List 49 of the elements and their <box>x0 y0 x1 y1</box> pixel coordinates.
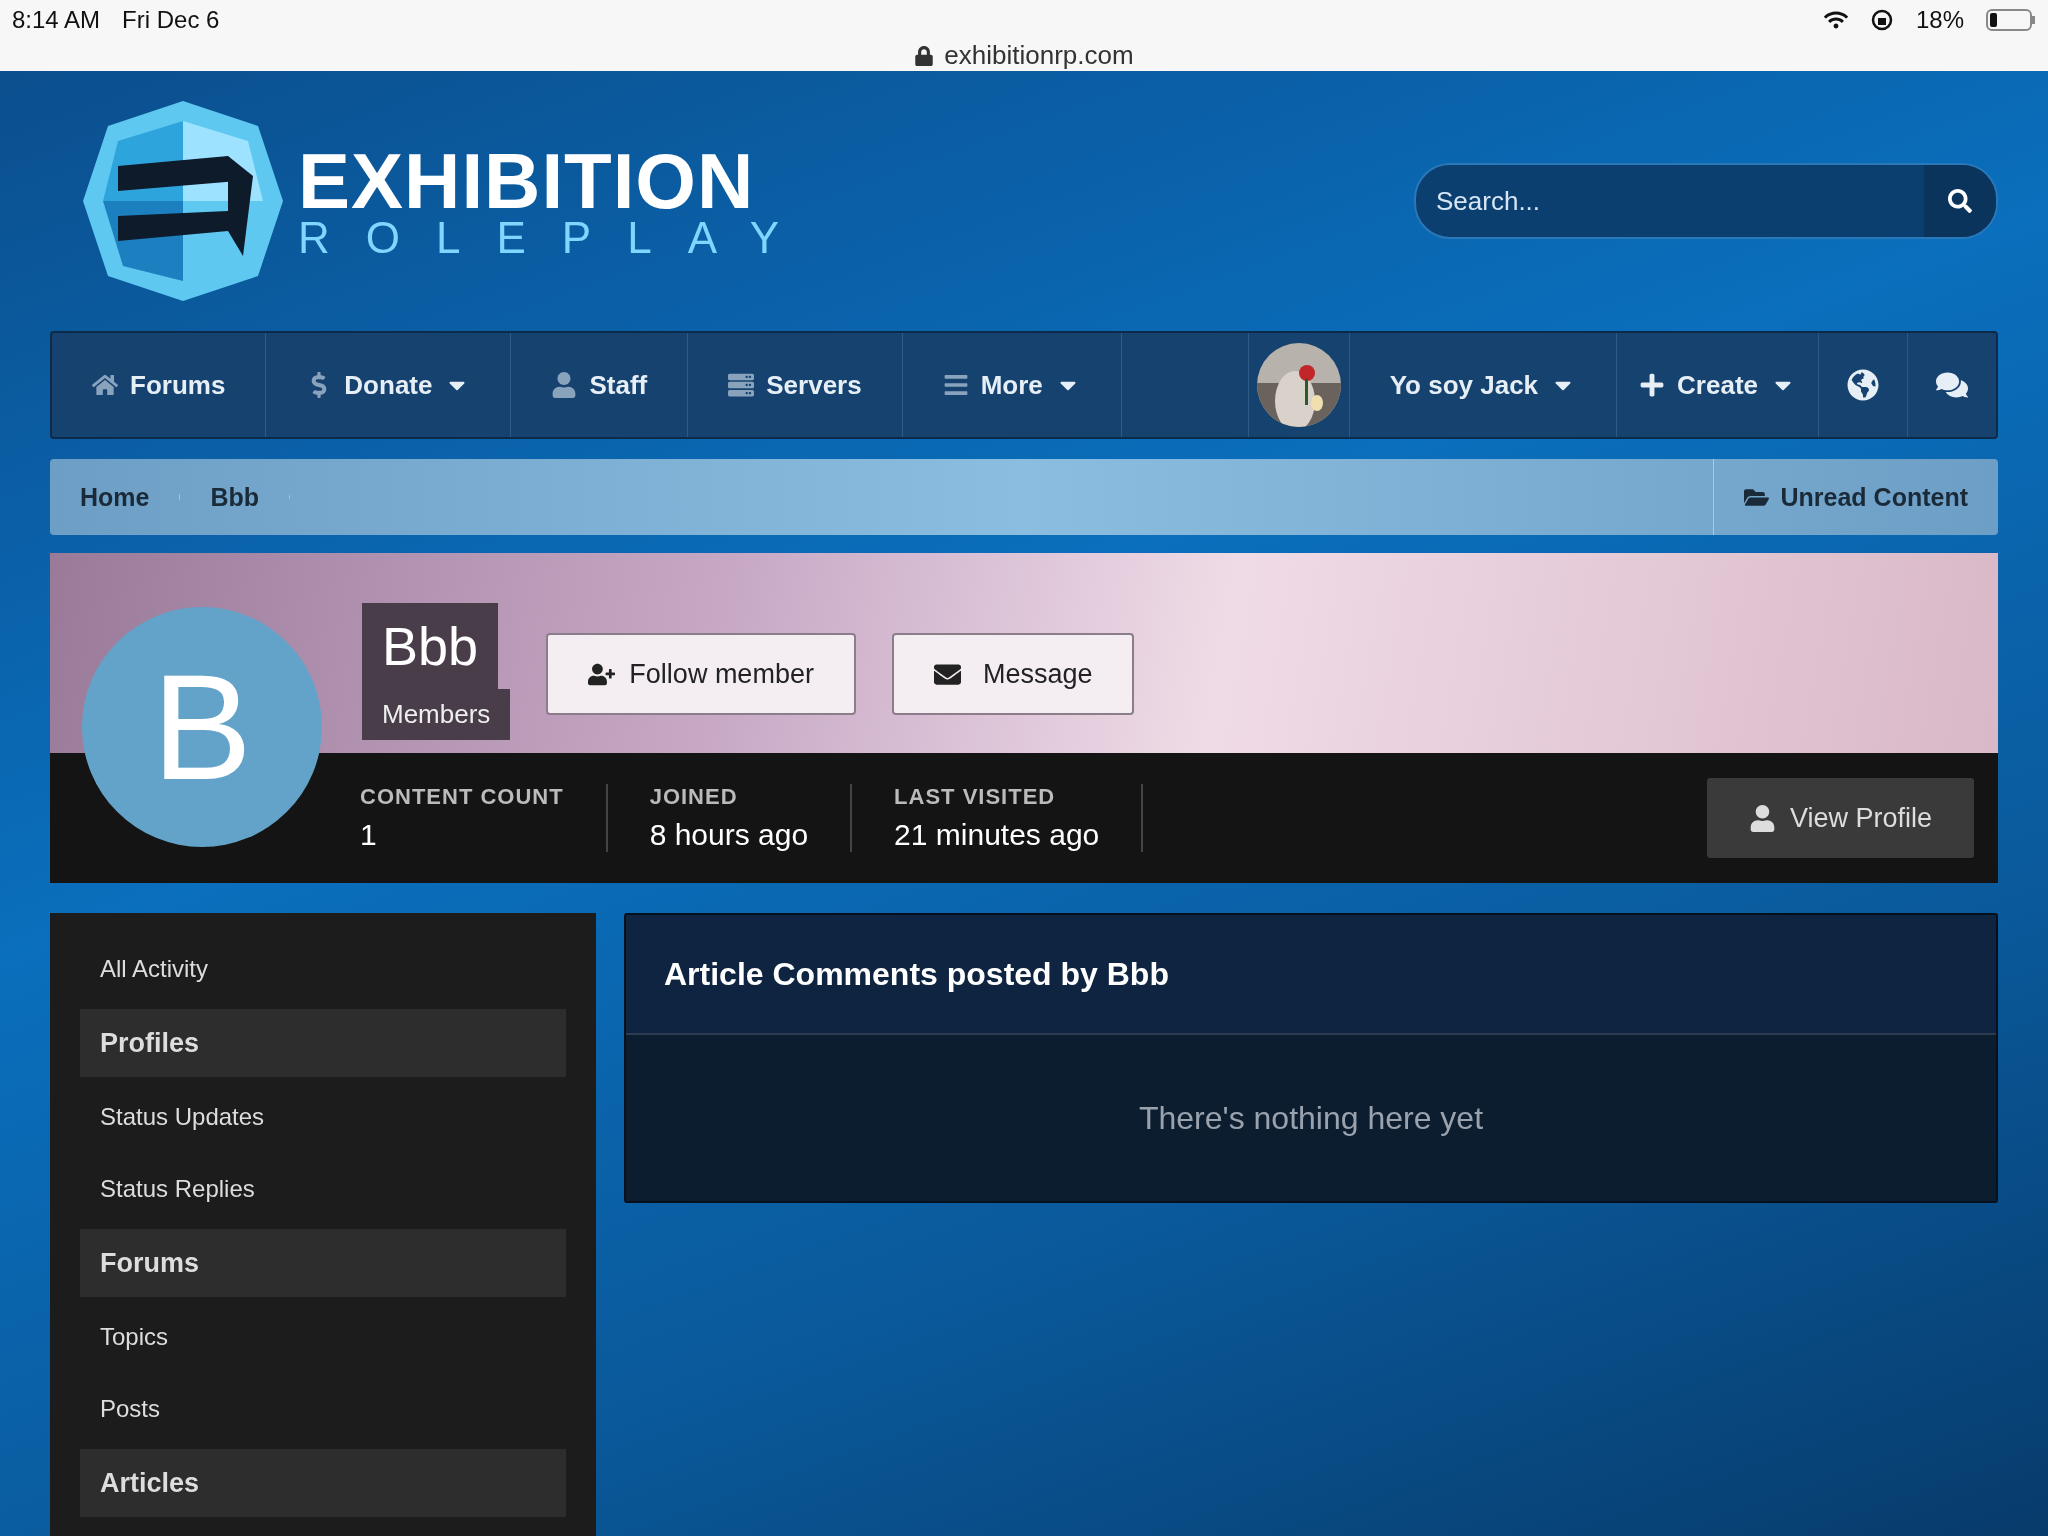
sidebar-heading: Profiles <box>80 1009 566 1077</box>
breadcrumb-link[interactable]: Home <box>50 459 181 535</box>
rotation-lock-icon <box>1869 8 1894 32</box>
stat-label: CONTENT COUNT <box>360 784 564 810</box>
battery-icon <box>1986 8 2036 32</box>
globe-icon <box>1847 369 1879 401</box>
stat-value: 21 minutes ago <box>894 818 1100 852</box>
sidebar-link[interactable]: Status Replies <box>80 1153 566 1225</box>
user-icon <box>1748 804 1776 832</box>
stat-value: 1 <box>360 818 378 852</box>
sidebar-heading: Forums <box>80 1229 566 1297</box>
lock-icon <box>914 45 935 66</box>
breadcrumb-link[interactable]: Bbb <box>180 459 291 535</box>
nav-item[interactable]: Forums <box>52 333 267 437</box>
url-text[interactable]: exhibitionrp.com <box>944 40 1134 71</box>
profile-name: Bbb <box>362 603 499 689</box>
empty-message: There's nothing here yet <box>1137 1098 1485 1138</box>
follow-button[interactable]: Follow member <box>546 633 856 715</box>
status-date: Fri Dec 6 <box>122 6 220 34</box>
menu-icon <box>942 372 969 398</box>
sidebar-link[interactable]: Posts <box>80 1373 566 1445</box>
server-icon <box>728 372 755 398</box>
nav-item[interactable]: Servers <box>688 333 903 437</box>
message-button[interactable]: Message <box>891 633 1135 715</box>
search-field[interactable]: Search... <box>1416 165 1924 237</box>
stat-value: 8 hours ago <box>649 818 809 852</box>
sidebar-link[interactable]: All Activity <box>80 933 566 1005</box>
sidebar-link[interactable]: Topics <box>80 1301 566 1373</box>
user-menu[interactable]: Yo soy Jack <box>1349 333 1618 437</box>
panel-title: Article Comments posted by Bbb <box>626 915 1996 1035</box>
house-icon <box>92 372 118 398</box>
view-profile-button[interactable]: View Profile <box>1706 778 1974 858</box>
member-group: Members <box>362 689 511 740</box>
unread-content-link[interactable]: Unread Content <box>1712 459 1998 535</box>
plus-icon <box>1639 372 1666 398</box>
stat-label: JOINED <box>649 784 739 810</box>
search-bar[interactable]: Search... <box>1414 163 1998 239</box>
battery-percent: 18% <box>1915 6 1964 34</box>
search-button[interactable] <box>1924 165 1996 237</box>
sidebar-heading: Articles <box>80 1449 566 1517</box>
nav-item[interactable]: Staff <box>511 333 689 437</box>
stat-label: LAST VISITED <box>894 784 1057 810</box>
status-time: 8:14 AM <box>12 6 101 34</box>
search-icon <box>1948 189 1972 213</box>
create-menu[interactable]: Create <box>1617 333 1819 437</box>
sidebar-link[interactable]: Status Updates <box>80 1081 566 1153</box>
nav-item[interactable]: Donate <box>266 333 512 437</box>
user-icon <box>551 372 578 398</box>
nav-item[interactable]: More <box>902 333 1122 437</box>
